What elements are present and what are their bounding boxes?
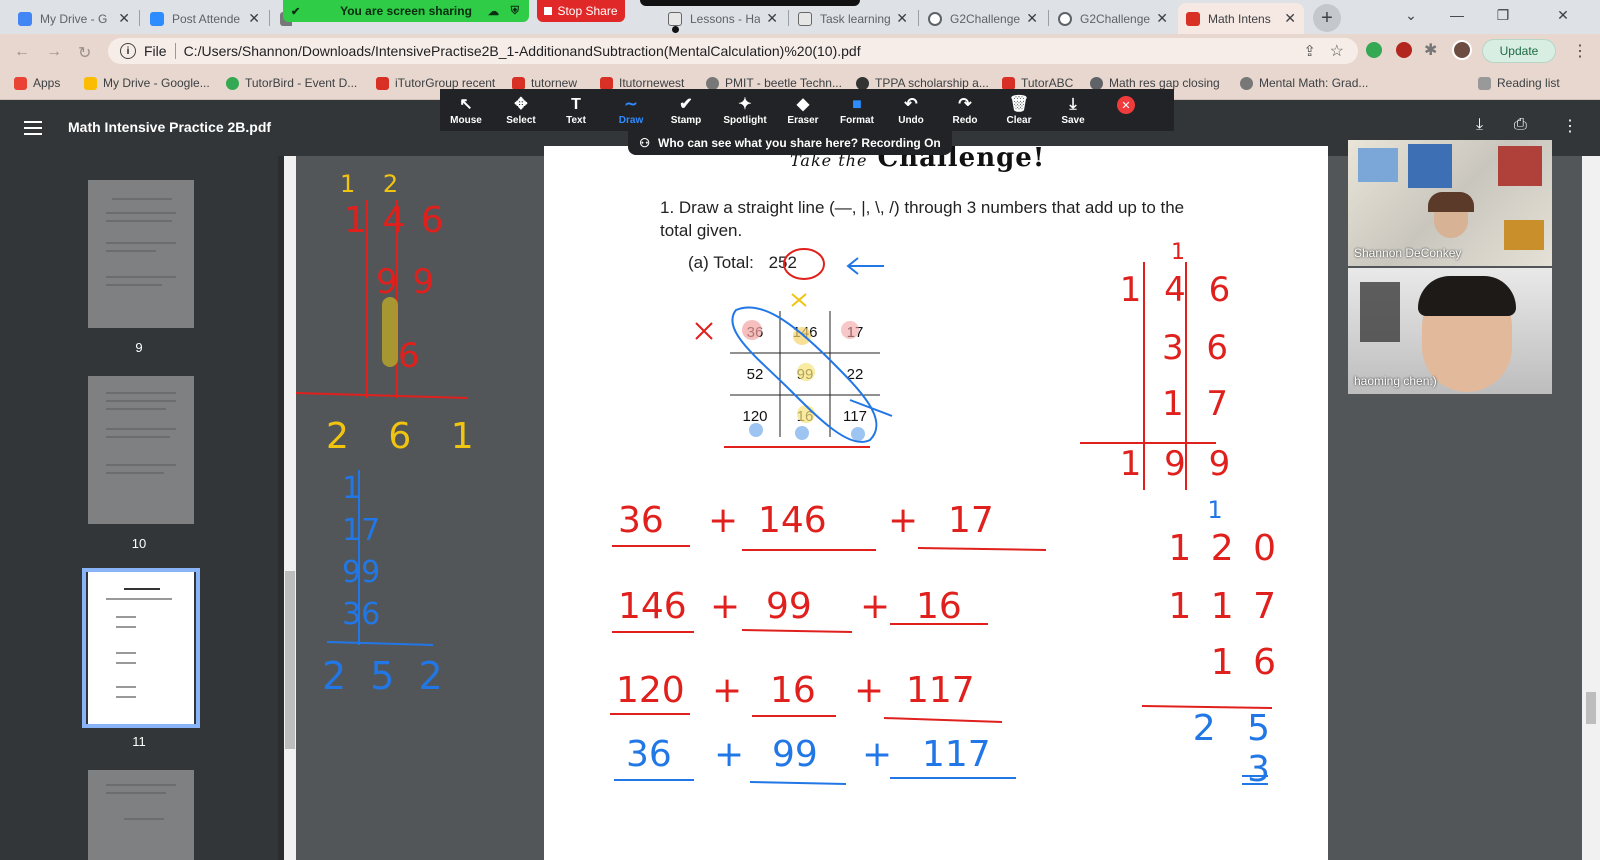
x-mark <box>791 293 807 307</box>
handwritten-number: 6 <box>398 336 420 376</box>
tool-spotlight[interactable]: ✦ Spotlight <box>715 89 775 131</box>
participant-video-shannon[interactable]: Shannon DeConkey <box>1348 140 1552 266</box>
undo-icon: ↶ <box>904 95 918 113</box>
handwritten-sum: 2 5 2 <box>322 654 449 698</box>
save-icon: ⤓ <box>1069 95 1077 113</box>
handwritten-row: 36 + 146 + 17 <box>618 500 994 541</box>
tool-eraser[interactable]: ◆ Eraser <box>777 89 829 131</box>
tool-stamp[interactable]: ✔ Stamp <box>660 89 712 131</box>
highlight-dot <box>841 321 859 339</box>
cursor-icon: ↖ <box>459 95 473 113</box>
person-lock-icon: ⚇ <box>639 136 651 150</box>
handwritten-sum: 2 6 1 <box>326 416 488 457</box>
highlight-dot <box>851 427 865 441</box>
tool-mouse[interactable]: ↖ Mouse <box>440 89 492 131</box>
close-annotation-button[interactable]: ✕ <box>1117 96 1135 114</box>
eraser-icon: ◆ <box>796 95 810 113</box>
tool-clear[interactable]: 🗑 Clear <box>993 89 1045 131</box>
highlight-dot <box>795 426 809 440</box>
color-swatch-icon: ■ <box>852 95 862 113</box>
tool-save[interactable]: ⤓ Save <box>1047 89 1099 131</box>
tool-text[interactable]: T Text <box>550 89 602 131</box>
handwritten-column: 1 1 4 6 3 6 1 7 1 9 9 <box>1119 240 1237 484</box>
draw-icon: ∼ <box>624 95 638 113</box>
handwritten-number: 1 17 99 36 <box>342 471 381 632</box>
highlight-dot <box>749 423 763 437</box>
checkmark-icon: ✔ <box>679 95 693 113</box>
spotlight-icon: ✦ <box>738 95 752 113</box>
text-icon: T <box>571 95 581 113</box>
highlighter-mark <box>382 297 398 367</box>
tool-format[interactable]: ■ Format <box>831 89 883 131</box>
arrow-annotation <box>846 257 884 275</box>
recording-notice[interactable]: ⚇ Who can see what you share here? Recor… <box>628 131 952 155</box>
handwritten-number: 1 4 6 <box>344 200 446 241</box>
trash-icon: 🗑 <box>1008 95 1030 113</box>
participant-video-haoming[interactable]: haoming chen:) <box>1348 268 1552 394</box>
handwritten-column: 1 1 2 0 1 1 7 1 6 2 5 3 <box>1168 496 1280 790</box>
tool-draw[interactable]: ∼ Draw <box>605 89 657 131</box>
redo-icon: ↷ <box>958 95 972 113</box>
handwritten-row: 146 + 99 + 16 <box>618 586 962 627</box>
x-mark <box>695 322 713 340</box>
handwritten-row: 36 + 99 + 117 <box>626 734 991 775</box>
tool-redo[interactable]: ↷ Redo <box>939 89 991 131</box>
handwritten-row: 120 + 16 + 117 <box>616 670 975 711</box>
total-circle <box>783 248 825 280</box>
highlight-dot <box>797 405 815 423</box>
handwritten-number: 9 9 <box>376 262 437 302</box>
tool-select[interactable]: ✥ Select <box>495 89 547 131</box>
move-icon: ✥ <box>514 95 528 113</box>
tool-undo[interactable]: ↶ Undo <box>885 89 937 131</box>
highlight-dot <box>742 320 762 340</box>
annotation-toolbar: ↖ Mouse ✥ Select T Text ∼ Draw ✔ Stamp ✦ Spotl… <box>440 89 1174 131</box>
participant-name: haoming chen:) <box>1354 374 1437 388</box>
participant-name: Shannon DeConkey <box>1354 246 1462 260</box>
diagonal-line <box>849 399 893 417</box>
handwritten-carry: 1 2 <box>340 170 409 198</box>
highlight-dot <box>797 363 815 381</box>
page-scrollbar[interactable] <box>1582 156 1600 860</box>
